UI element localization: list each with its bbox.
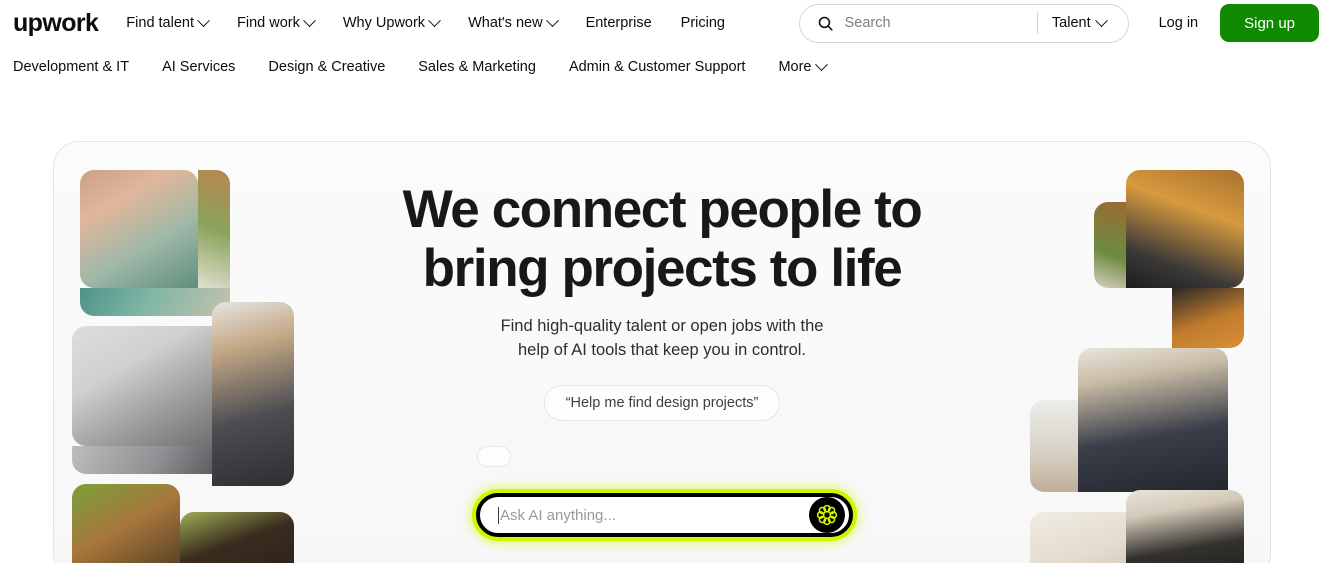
photo-man-laptop xyxy=(72,446,212,474)
photo-woman-pink-hair xyxy=(80,170,198,288)
login-link[interactable]: Log in xyxy=(1159,15,1199,31)
subtitle-line-1: Find high-quality talent or open jobs wi… xyxy=(500,317,824,335)
search-bar[interactable]: Talent xyxy=(798,3,1129,43)
ai-sparkle-ring-icon[interactable] xyxy=(809,497,845,533)
photo-collage-right xyxy=(1030,142,1260,563)
chevron-down-icon xyxy=(428,13,441,27)
suggestion-chip-design-projects[interactable]: “Help me find design projects” xyxy=(543,385,781,421)
photo-woman-short-hair xyxy=(1126,490,1244,563)
upwork-logo[interactable]: upwork xyxy=(13,10,99,36)
photo-woman-tablet xyxy=(1126,170,1244,288)
category-label: Design & Creative xyxy=(268,59,386,75)
text-caret xyxy=(498,506,499,524)
nav-item-find-talent[interactable]: Find talent xyxy=(126,13,210,31)
nav-item-label: Why Upwork xyxy=(342,15,426,31)
chevron-down-icon xyxy=(1094,13,1108,27)
photo-two-colleagues xyxy=(1078,348,1228,492)
nav-item-label: Find work xyxy=(237,15,300,31)
category-sales-marketing[interactable]: Sales & Marketing xyxy=(418,59,536,75)
headline-line-1: We connect people to xyxy=(402,180,923,239)
nav-item-label: Find talent xyxy=(126,15,195,31)
category-label: AI Services xyxy=(162,59,236,75)
ask-ai-input[interactable] xyxy=(500,506,809,524)
nav-item-label: Pricing xyxy=(680,15,725,31)
category-label: Development & IT xyxy=(13,59,130,75)
category-label: Sales & Marketing xyxy=(418,59,536,75)
hero-copy: We connect people to bring projects to l… xyxy=(352,180,972,421)
category-admin-customer-support[interactable]: Admin & Customer Support xyxy=(569,59,746,75)
category-label: More xyxy=(778,59,812,75)
category-nav: Development & IT AI Services Design & Cr… xyxy=(0,46,1331,88)
signup-button[interactable]: Sign up xyxy=(1220,4,1319,42)
photo-light-room xyxy=(1030,512,1126,563)
category-ai-services[interactable]: AI Services xyxy=(162,59,235,75)
photo-office-desk xyxy=(1030,400,1078,492)
nav-item-label: What's new xyxy=(468,15,543,31)
category-design-creative[interactable]: Design & Creative xyxy=(268,59,385,75)
photo-woman-pink-hair-2 xyxy=(80,288,230,316)
chevron-down-icon xyxy=(303,13,316,27)
photo-collage-left xyxy=(64,142,294,563)
suggestion-chip-placeholder[interactable] xyxy=(477,446,511,467)
photo-man-glasses-beard xyxy=(72,326,212,446)
category-development-it[interactable]: Development & IT xyxy=(13,59,129,75)
ai-sparkle-ring-glyph xyxy=(816,504,838,526)
photo-woman-tablet-2 xyxy=(1172,288,1244,348)
chevron-down-icon xyxy=(197,13,210,27)
nav-item-find-work[interactable]: Find work xyxy=(237,13,316,31)
nav-item-whats-new[interactable]: What's new xyxy=(468,13,559,31)
photo-woman-plants-right xyxy=(1094,202,1126,288)
subtitle-line-2: help of AI tools that keep you in contro… xyxy=(517,341,807,359)
page-title: We connect people to bring projects to l… xyxy=(352,180,972,298)
nav-item-why-upwork[interactable]: Why Upwork xyxy=(342,13,441,31)
hero-subtitle: Find high-quality talent or open jobs wi… xyxy=(352,314,972,362)
nav-item-pricing[interactable]: Pricing xyxy=(681,15,725,31)
nav-item-enterprise[interactable]: Enterprise xyxy=(586,15,652,31)
ask-ai-field-wrapper[interactable] xyxy=(476,493,853,537)
photo-woman-plants xyxy=(198,170,230,288)
photo-woman-locs xyxy=(180,512,294,563)
category-more[interactable]: More xyxy=(778,57,829,75)
suggestion-chip-row: “Help me find design projects” xyxy=(352,385,972,421)
category-label: Admin & Customer Support xyxy=(568,59,746,75)
search-input[interactable] xyxy=(844,15,1033,31)
photo-person-greenery xyxy=(72,484,180,563)
photo-man-suit xyxy=(212,302,294,486)
site-header: upwork Find talent Find work Why Upwork … xyxy=(0,0,1331,46)
header-actions: Talent Log in Sign up xyxy=(798,3,1319,43)
chevron-down-icon xyxy=(545,13,559,27)
headline-line-2: bring projects to life xyxy=(422,239,903,298)
ask-ai-bar[interactable] xyxy=(472,489,857,541)
nav-item-label: Enterprise xyxy=(585,15,652,31)
search-icon xyxy=(817,15,834,32)
search-scope-select[interactable]: Talent xyxy=(1040,13,1120,31)
primary-nav: Find talent Find work Why Upwork What's … xyxy=(126,13,725,31)
chevron-down-icon xyxy=(815,57,829,71)
search-divider xyxy=(1036,12,1038,34)
search-scope-value: Talent xyxy=(1051,15,1091,31)
